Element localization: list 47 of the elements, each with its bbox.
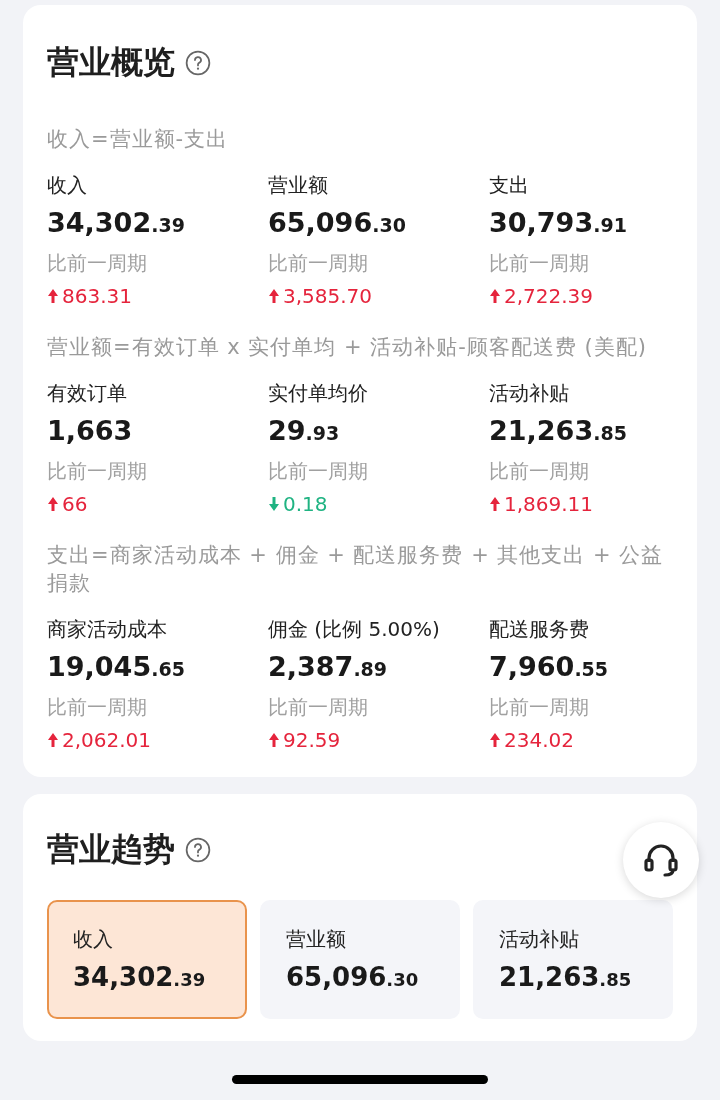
help-icon[interactable] — [185, 50, 211, 76]
compare-label: 比前一周期 — [268, 458, 369, 485]
compare-label: 比前一周期 — [47, 694, 148, 721]
metric-label: 配送服务费 — [489, 616, 590, 643]
help-icon[interactable] — [185, 837, 211, 863]
metric-value: 65,096.30 — [268, 206, 407, 240]
section-title: 营业概览 — [47, 42, 175, 83]
metric-label: 收入 — [47, 172, 88, 199]
metric-label: 活动补贴 — [489, 380, 570, 407]
metric-value: 30,793.91 — [489, 206, 628, 240]
delta-value: 2,722.39 — [504, 283, 594, 310]
metric-value: 2,387.89 — [268, 650, 389, 684]
compare-label: 比前一周期 — [489, 458, 590, 485]
formula-text: 收入=营业额-支出 — [47, 126, 230, 153]
metric-tab[interactable]: 活动补贴 21,263.85 — [473, 900, 673, 1019]
metric-label: 支出 — [489, 172, 530, 199]
delta-value: 234.02 — [504, 727, 574, 754]
metric-value: 19,045.65 — [47, 650, 186, 684]
delta-value: 863.31 — [62, 283, 132, 310]
compare-label: 比前一周期 — [489, 250, 590, 277]
compare-label: 比前一周期 — [47, 250, 148, 277]
customer-service-button[interactable] — [623, 822, 699, 898]
metric-label: 有效订单 — [47, 380, 128, 407]
metric-label: 商家活动成本 — [47, 616, 168, 643]
delta-value: 92.59 — [283, 727, 341, 754]
delta-value: 0.18 — [283, 491, 328, 518]
metric-value: 34,302.39 — [47, 206, 186, 240]
metric-value: 7,960.55 — [489, 650, 610, 684]
metric-tab[interactable]: 营业额 65,096.30 — [260, 900, 460, 1019]
section-title: 营业趋势 — [47, 829, 175, 870]
delta-value: 66 — [62, 491, 88, 518]
compare-label: 比前一周期 — [47, 458, 148, 485]
metric-label: 佣金 (比例 5.00%) — [268, 616, 441, 643]
metric-value: 21,263.85 — [489, 414, 628, 448]
metric-label: 实付单均价 — [268, 380, 369, 407]
formula-text: 营业额=有效订单 x 实付单均 + 活动补贴-顾客配送费 (美配) — [47, 334, 648, 361]
compare-label: 比前一周期 — [489, 694, 590, 721]
compare-label: 比前一周期 — [268, 694, 369, 721]
metric-value: 29.93 — [268, 414, 341, 448]
delta-value: 1,869.11 — [504, 491, 594, 518]
delta-value: 3,585.70 — [283, 283, 373, 310]
compare-label: 比前一周期 — [268, 250, 369, 277]
metric-value: 1,663 — [47, 414, 134, 448]
metric-tab[interactable]: 收入 34,302.39 — [47, 900, 247, 1019]
formula-text: 支出=商家活动成本 + 佣金 + 配送服务费 + 其他支出 + 公益捐款 — [47, 542, 665, 597]
metric-label: 营业额 — [268, 172, 329, 199]
delta-value: 2,062.01 — [62, 727, 152, 754]
